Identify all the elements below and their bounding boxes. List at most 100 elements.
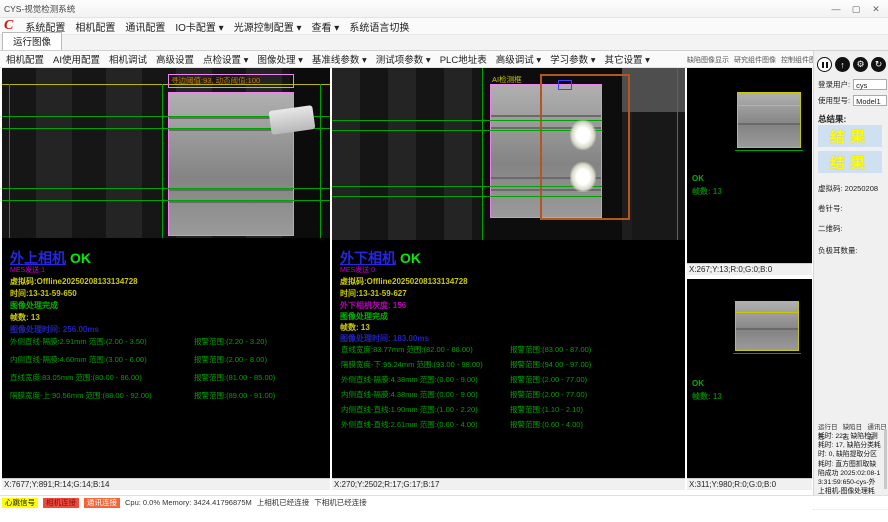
heartbeat-badge: 心跳信号	[2, 498, 38, 508]
ok-status: OK	[70, 250, 91, 266]
alarm-range: 报警范围:(2.00 - 8.00)	[194, 354, 267, 365]
result-display-lower: 结果	[818, 151, 882, 173]
small-view-header: 缺陷图像显示 研究组件图像 控制组件图像	[687, 53, 812, 67]
small-frame-count: 帧数: 13	[692, 391, 722, 402]
green-vertical-line	[320, 84, 321, 238]
upper-camera-status: 上相机已经连接	[257, 497, 310, 508]
camera-view-lower[interactable]: AI检测框 外下相机OK MES发送:0 虚拟码:Offline20250208…	[332, 68, 685, 478]
alarm-range: 报警范围:(89.00 - 91.00)	[194, 390, 275, 401]
alarm-range: 报警范围:(1.10 - 2.10)	[510, 404, 583, 415]
menu-item-io-config[interactable]: IO卡配置 ▾	[175, 19, 223, 34]
measure-row: 直线宽度:83.77mm 范围:(82.00 - 88.00)	[341, 344, 473, 355]
toolbar-plc-address[interactable]: PLC地址表	[440, 52, 487, 66]
toolbar-image-processing[interactable]: 图像处理 ▾	[257, 52, 302, 66]
refresh-icon: ↻	[875, 59, 883, 70]
mes-status: MES发送:1	[10, 265, 45, 275]
green-measure-line	[332, 196, 602, 197]
model-label: 使用型号:	[818, 95, 850, 106]
toolbar-advanced-debug[interactable]: 高级调试 ▾	[496, 52, 541, 66]
green-measure-line	[735, 150, 803, 151]
toolbar-camera-debug[interactable]: 相机调试	[109, 52, 147, 66]
upload-button[interactable]: ↑	[835, 57, 850, 72]
small-view-top[interactable]: OK 帧数: 13	[687, 68, 812, 263]
header-research-image[interactable]: 研究组件图像	[734, 55, 776, 65]
login-user-label: 登录用户:	[818, 79, 850, 90]
toolbar-spot-check[interactable]: 点检设置 ▾	[203, 52, 248, 66]
green-measure-line	[2, 200, 330, 201]
highlight-blob	[570, 162, 596, 192]
alarm-range: 报警范围:(0.60 - 4.00)	[510, 419, 583, 430]
coords-upper: X:7677;Y:891;R:14;G:14;B:14	[2, 478, 330, 490]
barcode-text: 虚拟码:Offline20250208133134728	[10, 276, 138, 287]
toolbar-ai-use-config[interactable]: AI使用配置	[53, 52, 100, 66]
green-measure-line	[733, 353, 801, 354]
result-display-upper: 结果	[818, 125, 882, 147]
coords-small-bottom: X:311;Y:980;R:0;G:0;B:0	[687, 478, 812, 490]
menu-item-view[interactable]: 查看 ▾	[312, 19, 340, 34]
menu-item-camera-config[interactable]: 相机配置	[75, 19, 115, 34]
toolbar-camera-config[interactable]: 相机配置	[6, 52, 44, 66]
toolbar-other-settings[interactable]: 其它设置 ▾	[605, 52, 650, 66]
comm-link-badge: 通讯连接	[84, 498, 120, 508]
small-ok-status: OK	[692, 379, 704, 388]
small-product-top	[737, 92, 801, 148]
maximize-button[interactable]: ▢	[846, 0, 866, 18]
header-defect-image[interactable]: 缺陷图像显示	[687, 55, 729, 65]
close-button[interactable]: ✕	[866, 0, 886, 18]
pin-number-label: 卷针号:	[818, 203, 843, 214]
green-vertical-line	[9, 84, 10, 238]
green-measure-line	[332, 130, 602, 131]
green-measure-line	[332, 120, 602, 121]
minimize-button[interactable]: —	[826, 0, 846, 18]
menu-item-comm-config[interactable]: 通讯配置	[125, 19, 165, 34]
refresh-button[interactable]: ↻	[871, 57, 886, 72]
barcode-text: 虚拟码:Offline20250208133134728	[340, 276, 468, 287]
time-text: 时间:13-31-59-650	[10, 288, 77, 299]
alarm-range: 报警范围:(2.20 - 3.20)	[194, 336, 267, 347]
camera-view-upper[interactable]: 寻边阈值:93, 动态阈值:100 外上相机OK MES发送:1 虚拟码:Off…	[2, 68, 330, 478]
total-result-label: 总结果:	[818, 113, 846, 125]
login-row: 登录用户: cys	[818, 79, 887, 90]
menu-bar: C 系统配置 相机配置 通讯配置 IO卡配置 ▾ 光源控制配置 ▾ 查看 ▾ 系…	[0, 18, 888, 35]
highlight-blob	[570, 120, 596, 150]
ok-status: OK	[400, 250, 421, 266]
title-bar: CYS-视觉检测系统	[0, 0, 888, 18]
small-view-bottom[interactable]: OK 帧数: 13	[687, 279, 812, 478]
menu-item-light-config[interactable]: 光源控制配置 ▾	[234, 19, 302, 34]
measure-row: 内侧直线-隔膜:4.38mm 范围:(0.00 - 9.00)	[341, 389, 478, 400]
toolbar-baseline-params[interactable]: 基准线参数 ▾	[312, 52, 367, 66]
camera-name: 外下相机	[340, 250, 396, 266]
small-product-bottom	[735, 301, 799, 351]
model-field[interactable]: Model1	[853, 95, 887, 106]
qr-code-label: 二维码:	[818, 223, 843, 234]
panel-buttons: ↑ ⚙ ↻	[817, 57, 886, 72]
settings-button[interactable]: ⚙	[853, 57, 868, 72]
green-vertical-line	[677, 68, 678, 240]
tab-count-label: 负极耳数量:	[818, 245, 858, 256]
panel-barcode-label: 虚拟码: 20250208	[818, 183, 878, 194]
small-ok-status: OK	[692, 174, 704, 183]
small-frame-count: 帧数: 13	[692, 186, 722, 197]
log-scrollbar[interactable]	[884, 429, 887, 489]
tab-run-image[interactable]: 运行图像	[2, 32, 62, 50]
window-controls: — ▢ ✕	[826, 0, 886, 18]
app-window: CYS-视觉检测系统 — ▢ ✕ C 系统配置 相机配置 通讯配置 IO卡配置 …	[0, 0, 888, 522]
status-bar: 心跳信号 相机连接 通讯连接 Cpu: 0.0% Memory: 3424.41…	[0, 495, 888, 509]
pause-button[interactable]	[817, 57, 832, 72]
lower-camera-status: 下相机已经连接	[314, 497, 367, 508]
camera-image-lower: AI检测框	[332, 68, 685, 240]
coords-small-top: X:267;Y:13;R:0;G:0;B:0	[687, 263, 812, 275]
tab-strip: 运行图像	[0, 35, 888, 51]
alarm-range: 报警范围:(2.00 - 77.00)	[510, 389, 587, 400]
green-vertical-line	[482, 68, 483, 240]
gear-icon: ⚙	[856, 59, 864, 70]
pause-icon	[822, 62, 828, 68]
toolbar-learning-params[interactable]: 学习参数 ▾	[550, 52, 595, 66]
login-user-field[interactable]: cys	[853, 79, 887, 90]
toolbar-advanced-settings[interactable]: 高级设置	[156, 52, 194, 66]
measure-row: 外侧直线-隔膜:2.91mm 范围:(2.00 - 3.50)	[10, 336, 147, 347]
menu-item-language[interactable]: 系统语言切换	[349, 19, 409, 34]
toolbar-test-params[interactable]: 测试项参数 ▾	[376, 52, 431, 66]
measure-row: 内侧直线-隔膜:4.60mm 范围:(3.00 - 6.00)	[10, 354, 147, 365]
threshold-label: 寻边阈值:93, 动态阈值:100	[168, 74, 294, 88]
